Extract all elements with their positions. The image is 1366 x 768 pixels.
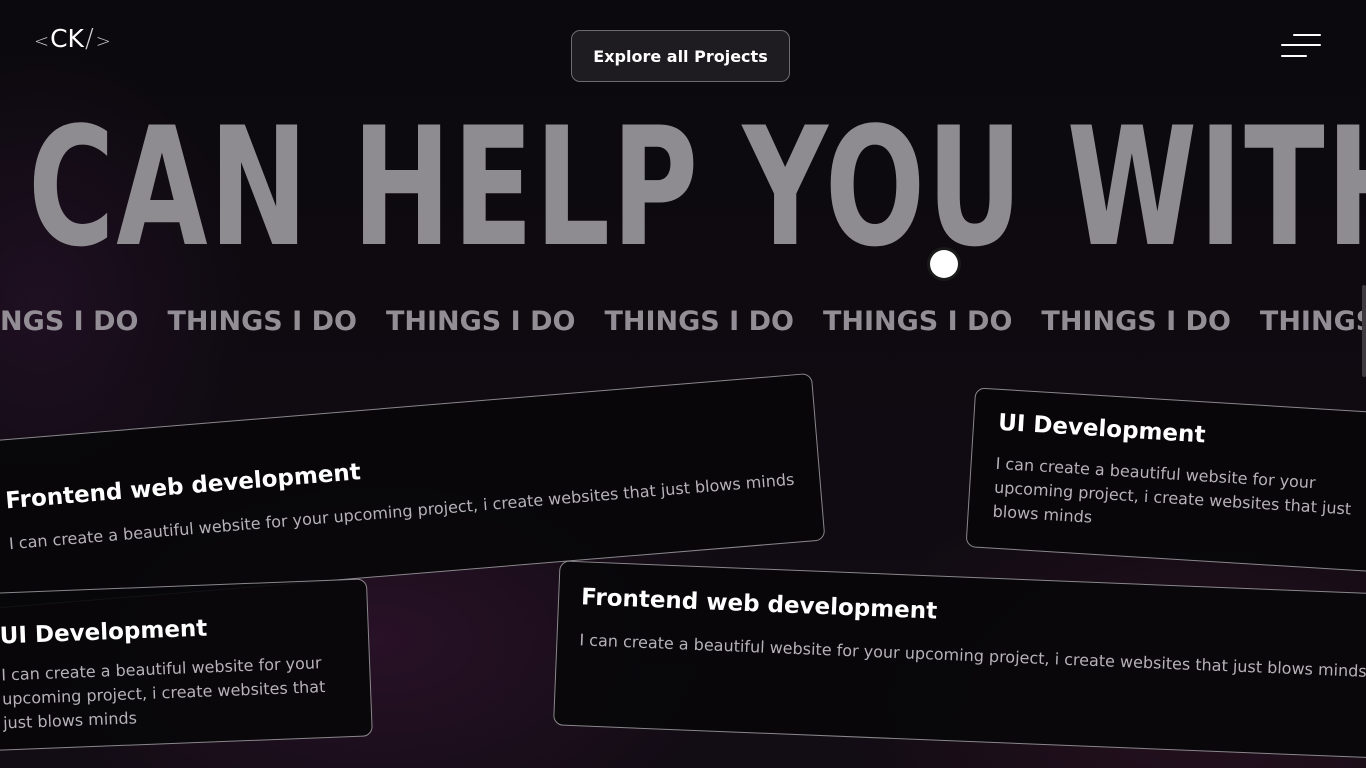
menu-line-middle <box>1281 44 1321 46</box>
explore-all-projects-button[interactable]: Explore all Projects <box>571 30 790 82</box>
logo-close-bracket: > <box>95 31 111 52</box>
logo-slash: / <box>84 24 94 54</box>
service-card-title: UI Development <box>997 409 1207 449</box>
menu-line-top <box>1293 34 1321 36</box>
things-i-do-marquee: THINGS I DO THINGS I DO THINGS I DO THIN… <box>0 306 1366 337</box>
service-card-ui[interactable]: UI Development I can create a beautiful … <box>0 578 373 752</box>
hamburger-menu-icon[interactable] <box>1281 32 1321 60</box>
service-card-frontend[interactable]: Frontend web development I can create a … <box>553 560 1366 759</box>
marquee-item: THINGS I DO <box>1259 306 1366 337</box>
marquee-item: THINGS I DO <box>385 306 576 337</box>
marquee-item: THINGS I DO <box>822 306 1013 337</box>
logo-text: CK <box>50 24 84 53</box>
service-card-ui[interactable]: UI Development I can create a beautiful … <box>965 387 1366 573</box>
custom-cursor <box>930 250 958 278</box>
logo[interactable]: < CK / > <box>34 24 111 54</box>
marquee-item: THINGS I DO <box>0 306 139 337</box>
portfolio-page: < CK / > Explore all Projects I CAN HELP… <box>0 0 1366 768</box>
service-card-description: I can create a beautiful website for you… <box>992 453 1352 527</box>
marquee-item: THINGS I DO <box>604 306 794 337</box>
hero-section: I CAN HELP YOU WITH <box>0 92 1366 283</box>
service-card-title: UI Development <box>0 615 208 650</box>
logo-open-bracket: < <box>34 31 50 52</box>
hero-title: I CAN HELP YOU WITH <box>0 92 1366 283</box>
marquee-item: THINGS I DO <box>1041 306 1231 337</box>
menu-line-bottom <box>1281 55 1307 57</box>
scrollbar[interactable] <box>1362 285 1366 377</box>
service-card-description: I can create a beautiful website for you… <box>0 653 326 733</box>
marquee-item: THINGS I DO <box>167 306 357 337</box>
